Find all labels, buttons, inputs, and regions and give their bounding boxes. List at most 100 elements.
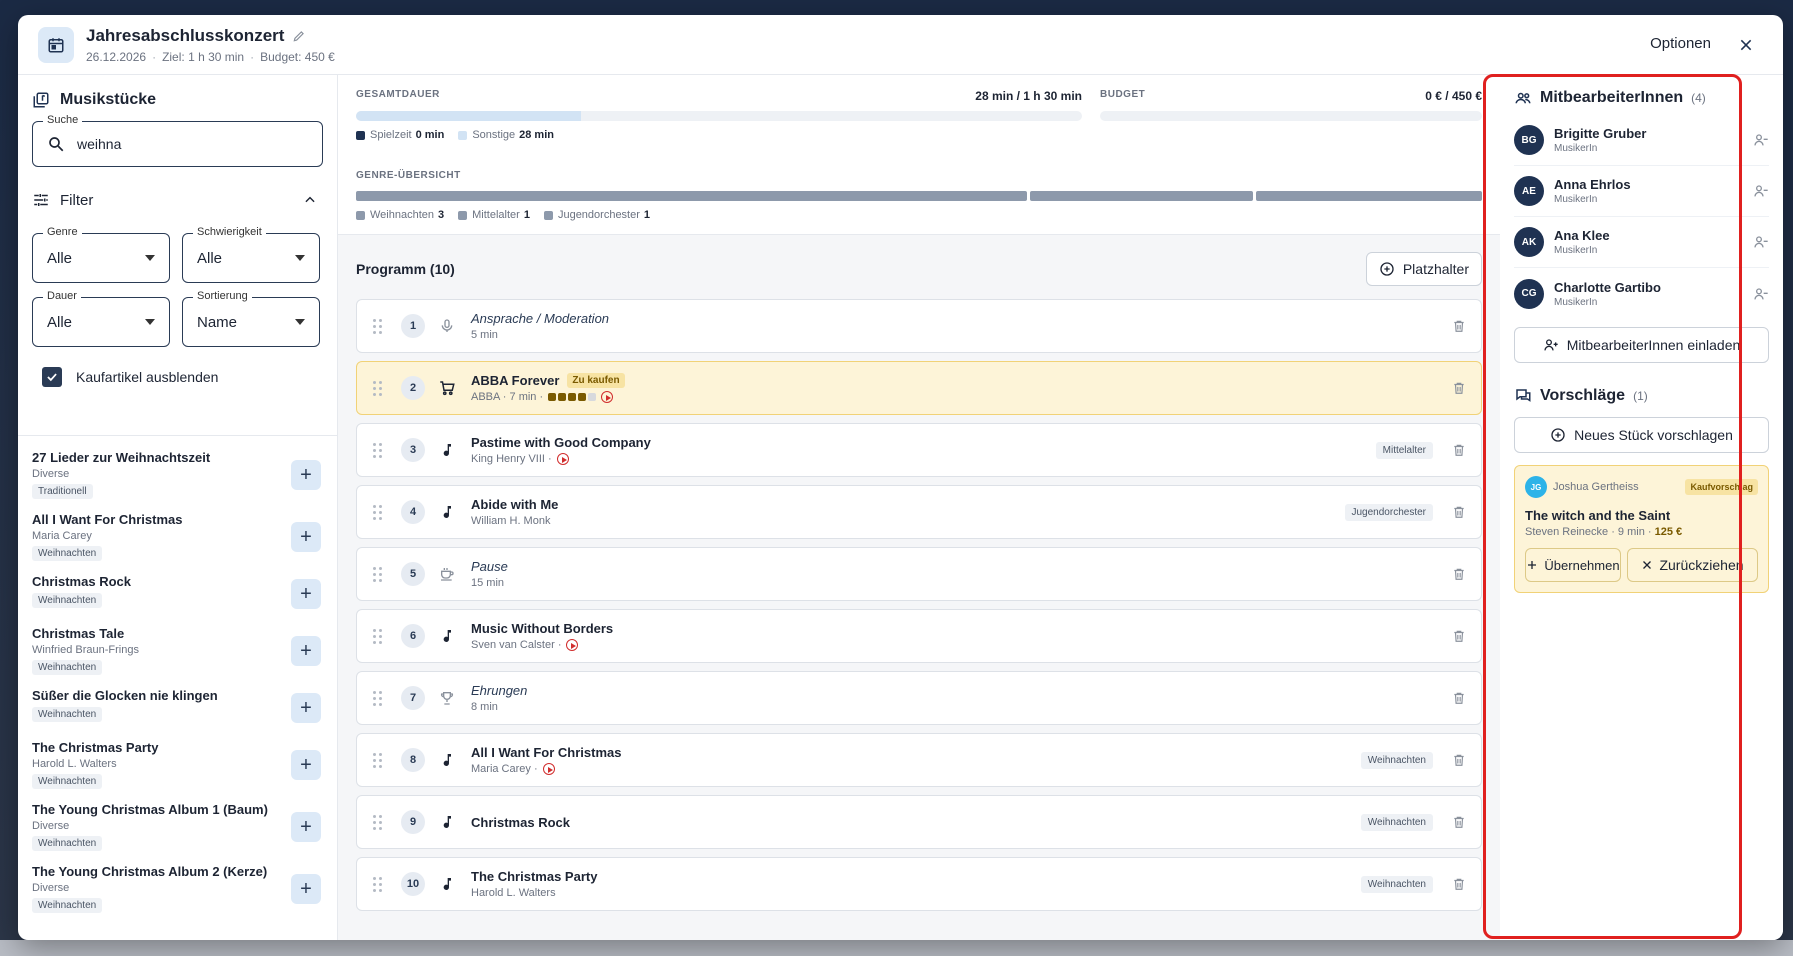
item-number: 5 (401, 562, 425, 586)
add-song-button[interactable]: + (291, 460, 321, 490)
genre-select[interactable]: Genre Alle (32, 226, 170, 283)
purchase-suggestion-badge: Kaufvorschlag (1685, 479, 1758, 495)
program-item[interactable]: 7 Ehrungen 8 min (356, 671, 1482, 725)
trash-icon[interactable] (1451, 629, 1467, 643)
add-song-button[interactable]: + (291, 693, 321, 723)
drag-handle-icon[interactable] (373, 814, 383, 830)
legend-play: Spielzeit 0 min (356, 129, 444, 141)
avatar: JG (1525, 476, 1547, 498)
microphone-icon (435, 318, 459, 334)
genre-legend-item: Mittelalter 1 (458, 209, 530, 221)
chat-icon (1514, 387, 1532, 405)
drag-handle-icon[interactable] (373, 380, 383, 396)
play-icon[interactable] (556, 453, 569, 465)
program-item[interactable]: 6 Music Without Borders Sven van Calster · (356, 609, 1482, 663)
play-icon[interactable] (542, 763, 555, 775)
drag-handle-icon[interactable] (373, 442, 383, 458)
drag-handle-icon[interactable] (373, 752, 383, 768)
drag-handle-icon[interactable] (373, 628, 383, 644)
genre-segment (356, 191, 1027, 201)
suggestion-meta: Steven Reinecke · 9 min · 125 € (1525, 526, 1758, 538)
search-input[interactable] (77, 136, 297, 152)
withdraw-suggestion-button[interactable]: Zurückziehen (1627, 548, 1758, 582)
genre-tag: Weihnachten (1360, 751, 1433, 769)
remove-user-icon[interactable] (1753, 286, 1769, 302)
budget-value: 0 € / 450 € (1425, 89, 1482, 103)
suggestion-sub: Steven Reinecke · 9 min · (1525, 526, 1652, 538)
remove-user-icon[interactable] (1753, 132, 1769, 148)
song-artist: Winfried Braun-Frings (32, 644, 139, 656)
program-item[interactable]: 4 Abide with Me William H. Monk Jugendorche… (356, 485, 1482, 539)
add-song-button[interactable]: + (291, 636, 321, 666)
filter-toggle[interactable]: Filter (32, 185, 323, 215)
trash-icon[interactable] (1451, 877, 1467, 891)
program-item[interactable]: 8 All I Want For Christmas Maria Carey · We… (356, 733, 1482, 787)
concert-title: Jahresabschlusskonzert (86, 25, 285, 45)
program-item[interactable]: 9 Christmas Rock Weihnachten (356, 795, 1482, 849)
search-field[interactable]: Suche (32, 114, 323, 167)
filter-sliders-icon (32, 191, 50, 209)
drag-handle-icon[interactable] (373, 504, 383, 520)
add-song-button[interactable]: + (291, 874, 321, 904)
program-item[interactable]: 5 Pause 15 min (356, 547, 1482, 601)
member-role: MusikerIn (1554, 194, 1598, 205)
program-item[interactable]: 1 Ansprache / Moderation 5 min (356, 299, 1482, 353)
hide-purchase-checkbox[interactable] (42, 367, 62, 387)
add-song-button[interactable]: + (291, 750, 321, 780)
trash-icon[interactable] (1451, 505, 1467, 519)
concert-modal: Jahresabschlusskonzert 26.12.2026 · Ziel… (18, 15, 1783, 940)
song-title: Christmas Tale (32, 626, 125, 641)
program-item[interactable]: 3 Pastime with Good Company King Henry VII… (356, 423, 1482, 477)
item-title: Pause (471, 559, 508, 574)
add-song-button[interactable]: + (291, 579, 321, 609)
list-item: Christmas Rock Weihnachten + (32, 568, 323, 620)
filter-label: Filter (60, 191, 94, 209)
edit-pencil-icon[interactable] (292, 29, 306, 43)
item-subtitle: Sven van Calster · (471, 639, 562, 651)
play-icon[interactable] (566, 639, 579, 651)
song-title: The Young Christmas Album 1 (Baum) (32, 802, 268, 817)
trash-icon[interactable] (1451, 381, 1467, 395)
remove-user-icon[interactable] (1753, 183, 1769, 199)
song-artist: Harold L. Walters (32, 758, 117, 770)
invite-members-button[interactable]: MitbearbeiterInnen einladen (1514, 327, 1769, 363)
trash-icon[interactable] (1451, 319, 1467, 333)
add-placeholder-button[interactable]: Platzhalter (1365, 252, 1482, 286)
song-list: 27 Lieder zur Weihnachtszeit Diverse Tra… (18, 435, 337, 940)
program-item[interactable]: 2 ABBA Forever Zu kaufen ABBA · 7 min · (356, 361, 1482, 415)
remove-user-icon[interactable] (1753, 234, 1769, 250)
suggestion-card: JG Joshua Gertheiss Kaufvorschlag The wi… (1514, 465, 1769, 593)
item-subtitle: King Henry VIII · (471, 453, 552, 465)
item-title: All I Want For Christmas (471, 745, 622, 760)
item-number: 10 (401, 872, 425, 896)
trash-icon[interactable] (1451, 753, 1467, 767)
list-item: 27 Lieder zur Weihnachtszeit Diverse Tra… (32, 444, 323, 506)
members-count: (4) (1691, 91, 1706, 105)
play-icon[interactable] (601, 391, 614, 403)
options-button[interactable]: Optionen (1650, 35, 1711, 52)
trash-icon[interactable] (1451, 443, 1467, 457)
duration-select[interactable]: Dauer Alle (32, 290, 170, 347)
item-title: Christmas Rock (471, 814, 570, 830)
accept-suggestion-button[interactable]: Übernehmen (1525, 548, 1621, 582)
difficulty-value: Alle (197, 249, 223, 267)
drag-handle-icon[interactable] (373, 566, 383, 582)
close-icon[interactable] (1733, 32, 1759, 58)
add-song-button[interactable]: + (291, 812, 321, 842)
add-song-button[interactable]: + (291, 522, 321, 552)
drag-handle-icon[interactable] (373, 876, 383, 892)
song-title: Christmas Rock (32, 574, 131, 589)
new-suggestion-button[interactable]: Neues Stück vorschlagen (1514, 417, 1769, 453)
trash-icon[interactable] (1451, 815, 1467, 829)
avatar: AK (1514, 227, 1544, 257)
sort-select[interactable]: Sortierung Name (182, 290, 320, 347)
drag-handle-icon[interactable] (373, 690, 383, 706)
difficulty-select[interactable]: Schwierigkeit Alle (182, 226, 320, 283)
trash-icon[interactable] (1451, 567, 1467, 581)
budget-progress-bar (1100, 111, 1482, 121)
program-item[interactable]: 10 The Christmas Party Harold L. Walters We… (356, 857, 1482, 911)
trash-icon[interactable] (1451, 691, 1467, 705)
drag-handle-icon[interactable] (373, 318, 383, 334)
sort-value: Name (197, 313, 238, 331)
song-title: All I Want For Christmas (32, 512, 183, 527)
